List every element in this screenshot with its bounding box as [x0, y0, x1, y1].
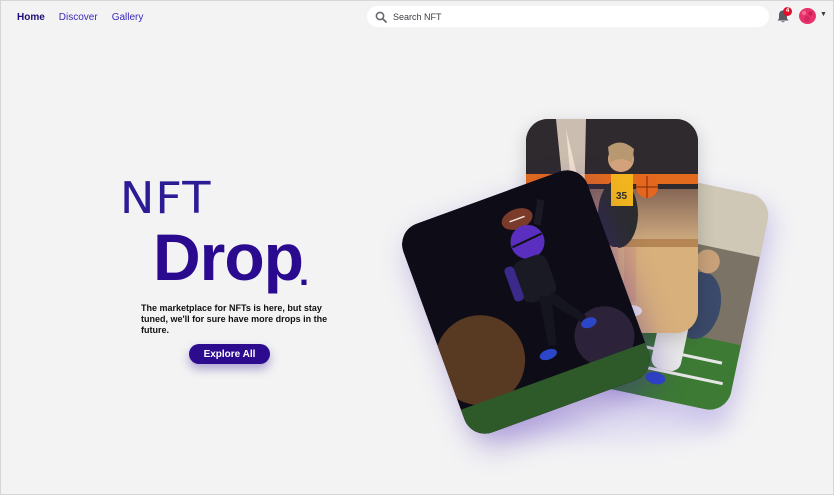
nav-link-gallery[interactable]: Gallery	[112, 12, 144, 23]
nav-link-discover[interactable]: Discover	[59, 12, 98, 23]
chevron-down-icon[interactable]: ▼	[820, 11, 827, 18]
search-icon	[375, 11, 387, 23]
notification-badge: 4	[783, 7, 792, 16]
avatar[interactable]	[799, 8, 816, 24]
explore-all-button[interactable]: Explore All	[189, 344, 270, 364]
top-nav: Home Discover Gallery 4 ▼	[1, 1, 834, 33]
search-input[interactable]	[393, 8, 753, 25]
hero-title-small: NFT	[119, 173, 212, 224]
svg-text:35: 35	[616, 191, 628, 202]
hero-title-dot: .	[299, 252, 310, 293]
hero-title-large: Drop	[153, 220, 304, 294]
nav-links: Home Discover Gallery	[17, 12, 157, 23]
hero-tagline: The marketplace for NFTs is here, but st…	[141, 303, 328, 335]
search-bar[interactable]	[367, 6, 769, 27]
avatar-image	[799, 8, 816, 24]
nav-link-home[interactable]: Home	[17, 12, 45, 23]
